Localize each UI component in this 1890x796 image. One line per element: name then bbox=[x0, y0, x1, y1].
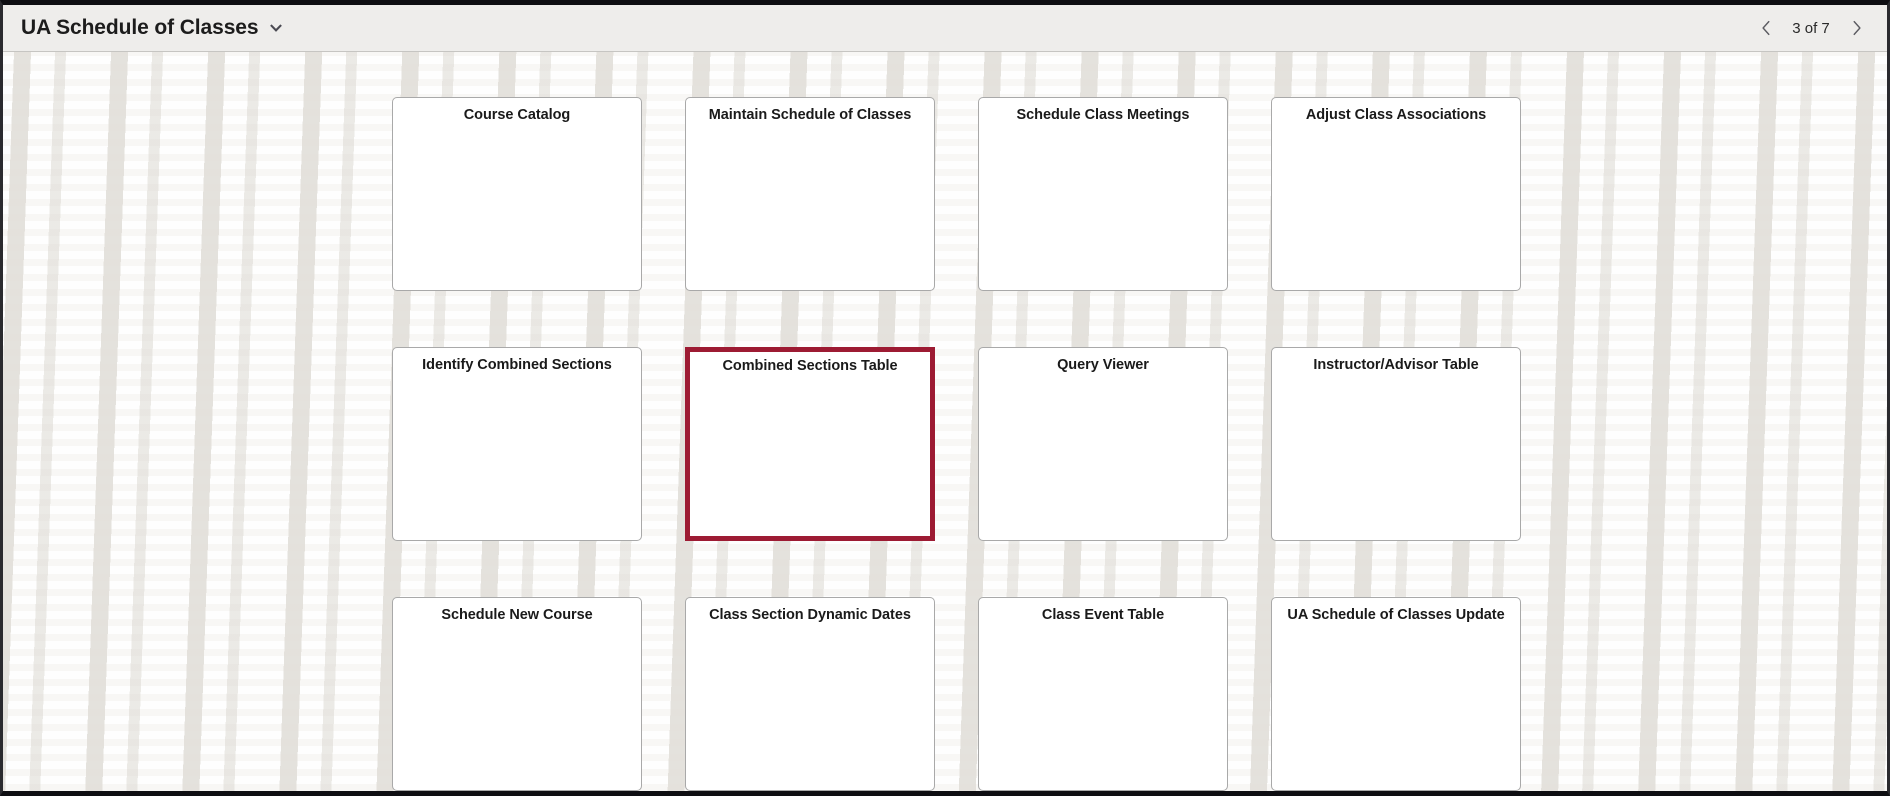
tile-ua-schedule-of-classes-update[interactable]: UA Schedule of Classes Update bbox=[1271, 597, 1521, 791]
tile-adjust-class-associations[interactable]: Adjust Class Associations bbox=[1271, 97, 1521, 291]
tile-class-section-dynamic-dates[interactable]: Class Section Dynamic Dates bbox=[685, 597, 935, 791]
tile-content-area bbox=[690, 375, 930, 385]
tile-content-area bbox=[686, 624, 934, 634]
tile-schedule-new-course[interactable]: Schedule New Course bbox=[392, 597, 642, 791]
tile-query-viewer[interactable]: Query Viewer bbox=[978, 347, 1228, 541]
tile-content-area bbox=[393, 124, 641, 134]
tile-label: Identify Combined Sections bbox=[422, 357, 612, 373]
tile-label: Schedule New Course bbox=[441, 607, 593, 623]
application-window: UA Schedule of Classes 3 of 7 Course Cat… bbox=[0, 0, 1890, 796]
tile-content-area bbox=[1272, 624, 1520, 634]
tile-content-area bbox=[979, 124, 1227, 134]
tile-content-area bbox=[393, 624, 641, 634]
tile-label: Combined Sections Table bbox=[722, 358, 898, 374]
tile-combined-sections-table[interactable]: Combined Sections Table bbox=[685, 347, 935, 541]
chevron-right-icon[interactable] bbox=[1843, 15, 1869, 41]
tile-schedule-class-meetings[interactable]: Schedule Class Meetings bbox=[978, 97, 1228, 291]
tile-board: Course Catalog Maintain Schedule of Clas… bbox=[3, 52, 1887, 791]
tile-label: Class Event Table bbox=[1041, 607, 1165, 623]
tile-instructor-advisor-table[interactable]: Instructor/Advisor Table bbox=[1271, 347, 1521, 541]
tile-label: Maintain Schedule of Classes bbox=[708, 107, 912, 123]
tile-course-catalog[interactable]: Course Catalog bbox=[392, 97, 642, 291]
tile-label: Query Viewer bbox=[1057, 357, 1149, 373]
tile-content-area bbox=[979, 624, 1227, 634]
tile-identify-combined-sections[interactable]: Identify Combined Sections bbox=[392, 347, 642, 541]
tile-label: UA Schedule of Classes Update bbox=[1287, 607, 1505, 623]
chevron-down-icon[interactable] bbox=[267, 19, 285, 37]
tile-grid: Course Catalog Maintain Schedule of Clas… bbox=[392, 97, 1522, 791]
page-title: UA Schedule of Classes bbox=[21, 16, 259, 39]
page-pagination: 3 of 7 bbox=[1753, 15, 1873, 41]
page-header: UA Schedule of Classes 3 of 7 bbox=[3, 5, 1887, 52]
tile-content-area bbox=[1272, 124, 1520, 134]
tile-label: Adjust Class Associations bbox=[1305, 107, 1487, 123]
tile-class-event-table[interactable]: Class Event Table bbox=[978, 597, 1228, 791]
chevron-left-icon[interactable] bbox=[1753, 15, 1779, 41]
tile-label: Schedule Class Meetings bbox=[1016, 107, 1190, 123]
tile-content-area bbox=[686, 124, 934, 134]
tile-content-area bbox=[393, 374, 641, 384]
tile-maintain-schedule-of-classes[interactable]: Maintain Schedule of Classes bbox=[685, 97, 935, 291]
header-title-group[interactable]: UA Schedule of Classes bbox=[21, 16, 285, 40]
page-count-label: 3 of 7 bbox=[1792, 19, 1830, 37]
tile-label: Class Section Dynamic Dates bbox=[709, 607, 911, 623]
tile-label: Instructor/Advisor Table bbox=[1313, 357, 1479, 373]
tile-content-area bbox=[1272, 374, 1520, 384]
tile-content-area bbox=[979, 374, 1227, 384]
tile-label: Course Catalog bbox=[463, 107, 571, 123]
